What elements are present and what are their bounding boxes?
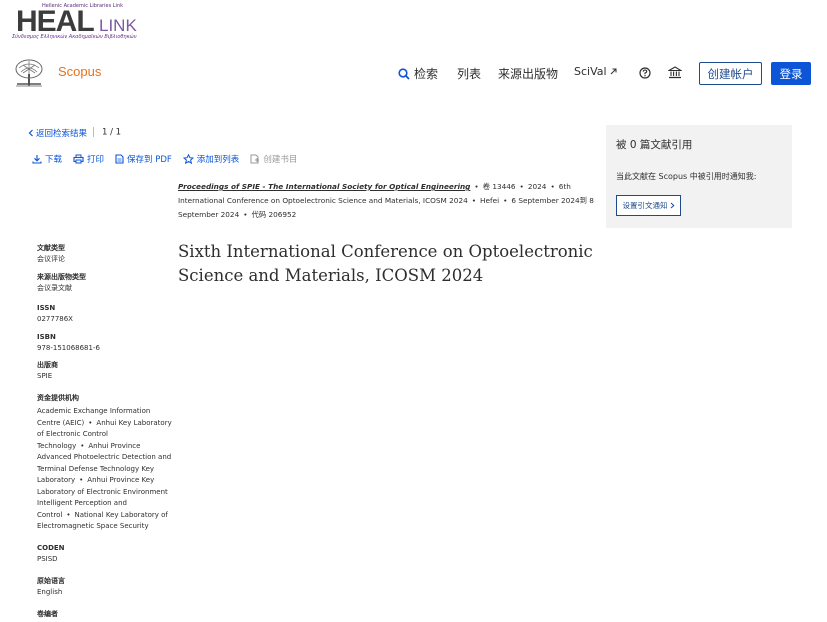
create-bibliography-button[interactable]: 创建书目	[250, 153, 297, 165]
isbn-section: ISBN 978-151068681-6	[37, 332, 172, 355]
add-to-list-label: 添加到列表	[196, 155, 240, 165]
citations-count-title: 被 0 篇文献引用	[616, 139, 693, 151]
document-toolbar: 下载 打印 保存到 PDF 添加到列表 创建书目	[32, 153, 308, 165]
scopus-header: Scopus 检索 列表 来源出版物 SciVal 创建帐户 登录	[0, 54, 827, 94]
heal-link-logo[interactable]: Hellenic Academic Libraries Link HEAL LI…	[12, 3, 138, 41]
source-type-section: 来源出版物类型 会议录文献	[37, 272, 172, 295]
issn-section: ISSN 0277786X	[37, 303, 172, 326]
download-icon	[32, 155, 42, 164]
star-icon	[182, 154, 194, 164]
editors-label: 卷编者	[37, 610, 58, 618]
help-icon	[639, 67, 651, 79]
issn-value: 0277786X	[37, 315, 73, 323]
funding-list: Academic Exchange Information Centre (AE…	[37, 406, 172, 533]
bibliography-icon	[250, 154, 260, 164]
print-button[interactable]: 打印	[73, 153, 104, 165]
document-icon	[115, 154, 124, 164]
chevron-right-icon	[670, 202, 675, 209]
issn-label: ISSN	[37, 304, 56, 312]
funding-section: 资金提供机构 Academic Exchange Information Cen…	[37, 393, 172, 533]
create-account-button[interactable]: 创建帐户	[699, 62, 762, 85]
separator-dot: •	[66, 510, 71, 519]
nav-scival-label: SciVal	[574, 65, 607, 78]
separator-dot: •	[550, 182, 555, 191]
save-pdf-button[interactable]: 保存到 PDF	[115, 153, 172, 165]
citation-alert-note: 当此文献在 Scopus 中被引用时通知我:	[616, 172, 757, 181]
help-button[interactable]	[639, 67, 651, 79]
publisher-section: 出版商 SPIE	[37, 360, 172, 383]
language-value: English	[37, 588, 63, 596]
external-link-icon	[610, 68, 617, 75]
back-to-results-link[interactable]: 返回检索结果	[28, 127, 87, 139]
set-citation-alert-button[interactable]: 设置引文通知	[616, 195, 681, 216]
set-citation-alert-label: 设置引文通知	[622, 201, 668, 210]
separator-dot: •	[519, 182, 524, 191]
download-button[interactable]: 下载	[32, 153, 62, 165]
pager-divider	[93, 127, 94, 137]
nav-search-label: 检索	[414, 67, 439, 81]
pager-text: 1 / 1	[102, 127, 122, 138]
elsevier-tree-icon[interactable]	[13, 58, 45, 88]
nav-scival[interactable]: SciVal	[574, 65, 618, 78]
source-type-label: 来源出版物类型	[37, 273, 86, 281]
conference-location: Hefei	[480, 196, 500, 205]
create-bibliography-label: 创建书目	[263, 155, 298, 165]
print-icon	[73, 154, 84, 164]
heal-main-text: HEAL	[16, 5, 95, 38]
source-type-value: 会议录文献	[37, 284, 72, 292]
conference-code: 代码 206952	[251, 210, 297, 219]
search-icon	[398, 67, 410, 80]
coden-value: PSISD	[37, 555, 58, 563]
publisher-label: 出版商	[37, 361, 58, 369]
separator-dot: •	[88, 418, 93, 427]
separator-dot: •	[474, 182, 479, 191]
heal-subtitle: Σύνδεσμος Ελληνικών Ακαδημαϊκών Βιβλιοθη…	[12, 34, 137, 40]
download-label: 下载	[45, 155, 63, 165]
nav-search[interactable]: 检索	[398, 65, 438, 82]
scopus-brand[interactable]: Scopus	[58, 64, 101, 79]
year: 2024	[527, 182, 547, 191]
nav-sources-label: 来源出版物	[498, 67, 559, 81]
institution-icon	[668, 66, 682, 79]
save-pdf-label: 保存到 PDF	[127, 155, 172, 165]
nav-sources[interactable]: 来源出版物	[498, 65, 558, 82]
source-info: Proceedings of SPIE - The International …	[178, 180, 600, 222]
journal-link[interactable]: Proceedings of SPIE - The International …	[178, 182, 470, 191]
coden-label: CODEN	[37, 544, 65, 552]
nav-list[interactable]: 列表	[457, 65, 481, 82]
separator-dot: •	[243, 210, 248, 219]
institution-button[interactable]	[668, 66, 682, 79]
chevron-left-icon	[28, 129, 33, 137]
coden-section: CODEN PSISD	[37, 543, 172, 566]
language-section: 原始语言 English	[37, 576, 172, 599]
citations-panel: 被 0 篇文献引用 当此文献在 Scopus 中被引用时通知我: 设置引文通知	[606, 125, 792, 228]
doc-type-section: 文献类型 会议评论	[37, 243, 172, 266]
login-button[interactable]: 登录	[771, 62, 811, 85]
doc-type-label: 文献类型	[37, 244, 65, 252]
isbn-label: ISBN	[37, 333, 56, 341]
separator-dot: •	[79, 476, 84, 484]
volume: 卷 13446	[482, 182, 516, 191]
isbn-value: 978-151068681-6	[37, 344, 100, 352]
separator-dot: •	[471, 196, 477, 205]
result-pager: 1 / 1	[93, 127, 121, 138]
language-label: 原始语言	[37, 577, 65, 585]
add-to-list-button[interactable]: 添加到列表	[182, 153, 240, 165]
publisher-value: SPIE	[37, 372, 53, 380]
editors-section: 卷编者	[37, 609, 172, 620]
nav-list-label: 列表	[457, 67, 482, 81]
print-label: 打印	[87, 155, 105, 165]
doc-type-value: 会议评论	[37, 255, 65, 263]
heal-link-text: LINK	[99, 16, 137, 35]
separator-dot: •	[80, 441, 85, 450]
back-to-results-label: 返回检索结果	[36, 129, 88, 139]
separator-dot: •	[503, 196, 508, 205]
document-title: Sixth International Conference on Optoel…	[178, 242, 593, 285]
funding-label: 资金提供机构	[37, 394, 79, 402]
